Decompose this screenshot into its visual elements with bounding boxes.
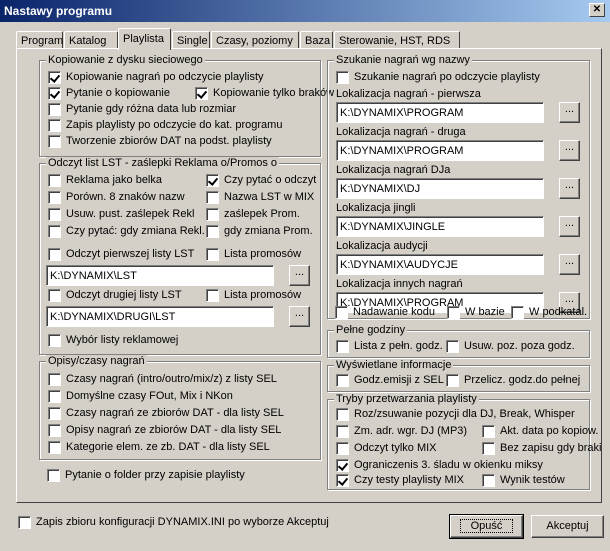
checkbox-usuw-pust-rekl[interactable]: Usuw. pust. zaślepek Rekl	[48, 208, 194, 222]
close-icon[interactable]: ✕	[589, 3, 605, 17]
checkbox-czasy-dat[interactable]: Czasy nagrań ze zbiorów DAT - dla listy …	[48, 407, 284, 421]
checkbox-usuw-poza-godz[interactable]: Usuw. poz. poza godz.	[446, 340, 575, 354]
label-lokalizacja-1: Lokalizacja nagrań - pierwsza	[336, 88, 481, 100]
checkbox-zaslepek-prom[interactable]: zaślepek Prom.	[206, 208, 300, 222]
path-lokalizacja-1[interactable]: K:\DYNAMIX\PROGRAM	[336, 102, 544, 123]
checkbox-akt-data[interactable]: Akt. data po kopiow.	[482, 425, 598, 439]
label-lokalizacja-jingli: Lokalizacja jingli	[336, 202, 416, 214]
tab-playlista[interactable]: Playlista	[118, 28, 171, 50]
browse-button-lst-1[interactable]: ...	[289, 265, 310, 286]
checkbox-reklama-belka[interactable]: Reklama jako belka	[48, 174, 162, 188]
checkbox-kopiowanie-tylko-brakow[interactable]: Kopiowanie tylko braków	[195, 87, 334, 101]
group-title: Wyświetlane informacje	[334, 359, 454, 371]
checkbox-czy-pytac-rekl[interactable]: Czy pytać: gdy zmiana Rekl.	[48, 225, 205, 239]
checkbox-lista-promosow-1[interactable]: Lista promosów	[206, 248, 301, 262]
path-lokalizacja-dj[interactable]: K:\DYNAMIX\DJ	[336, 178, 544, 199]
group-tryby: Tryby przetwarzania playlisty Roz/zsuwan…	[327, 393, 602, 490]
checkbox-zapis-playlisty[interactable]: Zapis playlisty po odczycie do kat. prog…	[48, 119, 282, 133]
checkbox-odczyt-drugiej[interactable]: Odczyt drugiej listy LST	[48, 289, 182, 303]
group-pelne-godziny: Pełne godziny Lista z pełn. godz. Usuw. …	[327, 324, 590, 358]
browse-button-lok-jingli[interactable]: ...	[559, 216, 580, 237]
group-title: Opisy/czasy nagrań	[46, 355, 147, 367]
checkbox-ograniczenie-sladu[interactable]: Ograniczenis 3. śladu w okienku miksy	[336, 459, 543, 473]
label-lokalizacja-2: Lokalizacja nagrań - druga	[336, 126, 466, 138]
checkbox-godz-emisji[interactable]: Godz.emisji z SEL	[336, 374, 444, 388]
checkbox-odczyt-pierwszej[interactable]: Odczyt pierwszej listy LST	[48, 248, 194, 262]
browse-button-lst-2[interactable]: ...	[289, 306, 310, 327]
checkbox-opisy-dat[interactable]: Opisy nagrań ze zbiorów DAT - dla listy …	[48, 424, 281, 438]
checkbox-zapis-ini[interactable]: Zapis zbioru konfiguracji DYNAMIX.INI po…	[18, 516, 329, 530]
group-title: Tryby przetwarzania playlisty	[334, 393, 479, 405]
checkbox-przelicz-godz[interactable]: Przelicz. godz.do pełnej	[446, 374, 580, 388]
group-szukanie: Szukanie nagrań wg nazwy Szukanie nagrań…	[327, 54, 590, 319]
label-lokalizacja-audycji: Lokalizacja audycji	[336, 240, 428, 252]
browse-button-lok-2[interactable]: ...	[559, 140, 580, 161]
checkbox-kategorie-dat[interactable]: Kategorie elem. ze zb. DAT - dla listy S…	[48, 441, 270, 455]
accept-button[interactable]: Akceptuj	[531, 515, 604, 538]
checkbox-bez-zapisu[interactable]: Bez zapisu gdy braki	[482, 442, 602, 456]
cancel-button[interactable]: Opuść	[449, 514, 524, 539]
label-lokalizacja-dj: Lokalizacja nagrań DJa	[336, 164, 451, 176]
checkbox-tworzenie-dat[interactable]: Tworzenie zbiorów DAT na podst. playlist…	[48, 135, 272, 149]
group-title: Odczyt list LST - zaślepki Reklama o/Pro…	[46, 157, 280, 169]
checkbox-kopiowanie-po-odczycie[interactable]: Kopiowanie nagrań po odczycie playlisty	[48, 71, 264, 85]
checkbox-w-bazie[interactable]: W bazie	[447, 306, 505, 320]
checkbox-nadawanie-kodu[interactable]: Nadawanie kodu	[335, 306, 435, 320]
checkbox-czasy-sel[interactable]: Czasy nagrań (intro/outro/mix/z) z listy…	[48, 373, 277, 387]
label-lokalizacja-innych: Lokalizacja innych nagrań	[336, 278, 463, 290]
checkbox-zm-adr-dj[interactable]: Zm. adr. wgr. DJ (MP3)	[336, 425, 467, 439]
checkbox-lista-pelnych-godz[interactable]: Lista z pełn. godz.	[336, 340, 443, 354]
checkbox-roz-zsuwanie[interactable]: Roz/zsuwanie pozycji dla DJ, Break, Whis…	[336, 408, 575, 422]
path-lst-1[interactable]: K:\DYNAMIX\LST	[46, 265, 274, 286]
checkbox-szukanie-po-odczycie[interactable]: Szukanie nagrań po odczycie playlisty	[336, 71, 540, 85]
checkbox-gdy-zmiana-prom[interactable]: gdy zmiana Prom.	[206, 225, 313, 239]
checkbox-wynik-testow[interactable]: Wynik testów	[482, 474, 565, 488]
tab-panel: Kopiowanie z dysku sieciowego Kopiowanie…	[16, 48, 602, 503]
group-wyswietlane: Wyświetlane informacje Godz.emisji z SEL…	[327, 359, 590, 392]
title-bar: Nastawy programu	[0, 0, 610, 22]
checkbox-porown-8[interactable]: Porówn. 8 znaków nazw	[48, 191, 185, 205]
group-odczyt-lst: Odczyt list LST - zaślepki Reklama o/Pro…	[39, 157, 321, 355]
browse-button-lok-1[interactable]: ...	[559, 102, 580, 123]
group-title: Pełne godziny	[334, 324, 408, 336]
checkbox-pytanie-rozna-data[interactable]: Pytanie gdy różna data lub rozmiar	[48, 103, 236, 117]
checkbox-testy-mix[interactable]: Czy testy playlisty MIX	[336, 474, 464, 488]
path-lokalizacja-2[interactable]: K:\DYNAMIX\PROGRAM	[336, 140, 544, 161]
checkbox-wybor-listy[interactable]: Wybór listy reklamowej	[48, 334, 178, 348]
checkbox-w-podkatal[interactable]: W podkatal.	[511, 306, 587, 320]
checkbox-pytanie-folder[interactable]: Pytanie o folder przy zapisie playlisty	[47, 469, 245, 483]
browse-button-lok-audycji[interactable]: ...	[559, 254, 580, 275]
path-lst-2[interactable]: K:\DYNAMIX\DRUGI\LST	[46, 306, 274, 327]
checkbox-lista-promosow-2[interactable]: Lista promosów	[206, 289, 301, 303]
checkbox-odczyt-tylko-mix[interactable]: Odczyt tylko MIX	[336, 442, 437, 456]
group-kopiowanie: Kopiowanie z dysku sieciowego Kopiowanie…	[39, 54, 334, 157]
group-title: Szukanie nagrań wg nazwy	[334, 54, 472, 66]
path-lokalizacja-audycji[interactable]: K:\DYNAMIX\AUDYCJE	[336, 254, 544, 275]
path-lokalizacja-jingli[interactable]: K:\DYNAMIX\JINGLE	[336, 216, 544, 237]
checkbox-czy-pytac-odczyt[interactable]: Czy pytać o odczyt	[206, 174, 316, 188]
window-title: Nastawy programu	[4, 4, 113, 18]
checkbox-domyslne-czasy[interactable]: Domyślne czasy FOut, Mix i NKon	[48, 390, 233, 404]
group-opisy-czasy: Opisy/czasy nagrań Czasy nagrań (intro/o…	[39, 355, 321, 460]
checkbox-pytanie-o-kopiowanie[interactable]: Pytanie o kopiowanie	[48, 87, 170, 101]
checkbox-nazwa-lst-mix[interactable]: Nazwa LST w MIX	[206, 191, 314, 205]
browse-button-lok-dj[interactable]: ...	[559, 178, 580, 199]
group-title: Kopiowanie z dysku sieciowego	[46, 54, 205, 66]
